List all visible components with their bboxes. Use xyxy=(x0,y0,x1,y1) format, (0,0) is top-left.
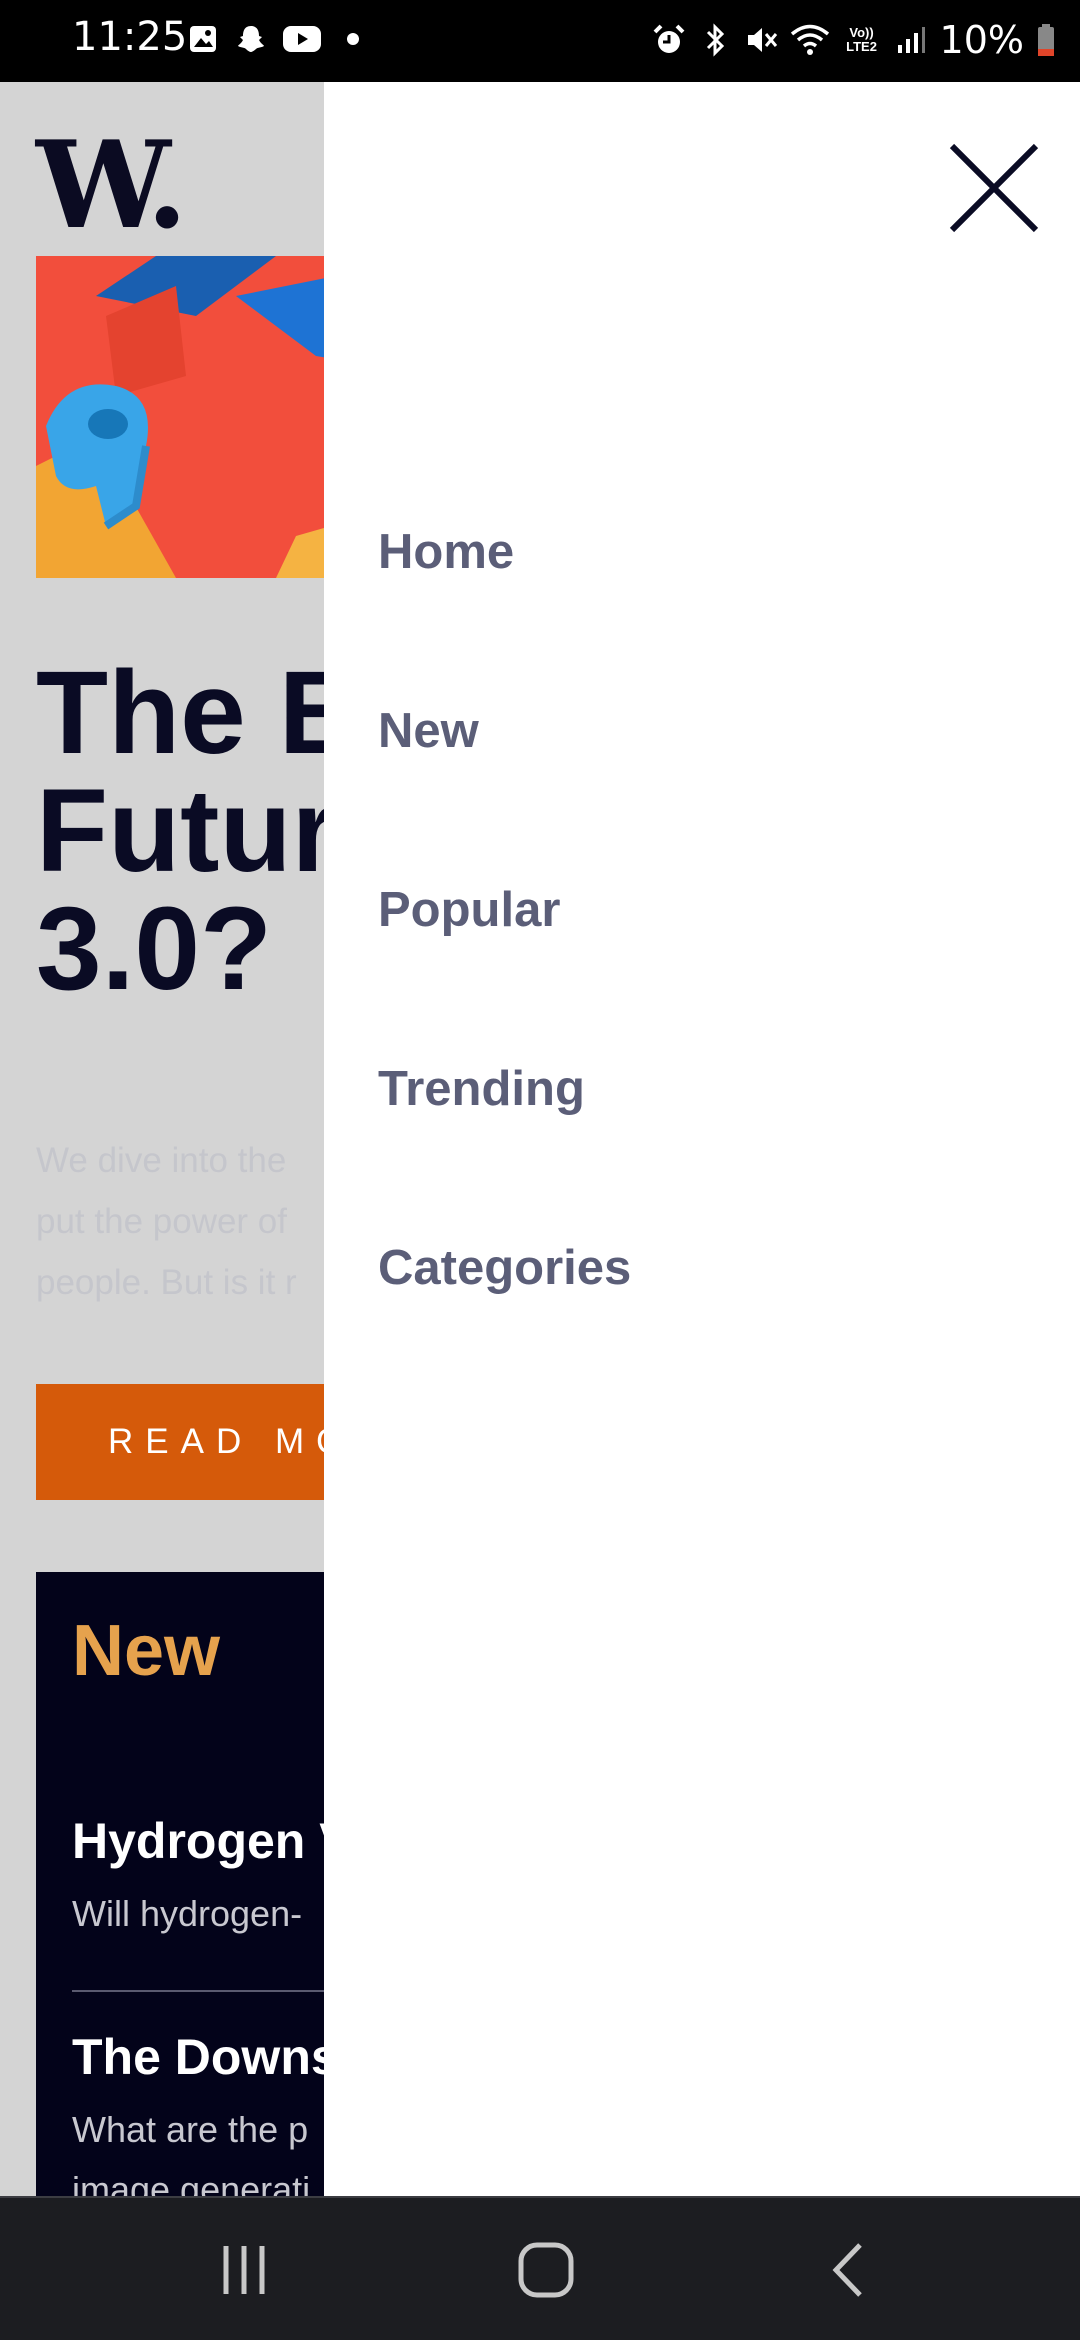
recents-icon xyxy=(223,2246,265,2294)
status-bar: 11:25 Vo)) LTE2 10% xyxy=(0,0,1080,82)
home-button[interactable] xyxy=(506,2238,586,2302)
bluetooth-icon xyxy=(698,23,732,57)
status-time: 11:25 xyxy=(72,14,188,60)
new-section-title: New xyxy=(72,1611,221,1691)
alarm-icon xyxy=(652,23,686,57)
gallery-icon xyxy=(186,22,220,56)
navigation-drawer: Home New Popular Trending Categories xyxy=(324,82,1080,2196)
back-button[interactable] xyxy=(808,2238,888,2302)
snapchat-icon xyxy=(234,22,268,56)
dot-icon xyxy=(336,22,370,56)
back-icon xyxy=(832,2243,862,2297)
close-icon xyxy=(949,143,1039,233)
wifi-icon xyxy=(790,23,830,57)
youtube-icon xyxy=(282,22,322,56)
menu-item-categories[interactable]: Categories xyxy=(378,1238,631,1417)
volte-icon: Vo)) LTE2 xyxy=(846,25,877,54)
signal-icon xyxy=(894,23,928,57)
menu-item-new[interactable]: New xyxy=(378,701,631,880)
system-status-icons: Vo)) LTE2 10% xyxy=(652,18,1056,62)
home-icon xyxy=(518,2242,574,2298)
menu-item-home[interactable]: Home xyxy=(378,522,631,701)
site-logo[interactable]: W. xyxy=(36,126,188,246)
battery-percentage: 10% xyxy=(939,18,1024,62)
mute-icon xyxy=(744,23,778,57)
menu-item-popular[interactable]: Popular xyxy=(378,880,631,1059)
close-button[interactable] xyxy=(946,140,1042,236)
system-navigation-bar xyxy=(0,2196,1080,2340)
drawer-menu: Home New Popular Trending Categories xyxy=(378,522,631,1417)
battery-icon xyxy=(1036,23,1056,57)
notification-icons xyxy=(186,22,370,56)
recents-button[interactable] xyxy=(204,2238,284,2302)
menu-item-trending[interactable]: Trending xyxy=(378,1059,631,1238)
